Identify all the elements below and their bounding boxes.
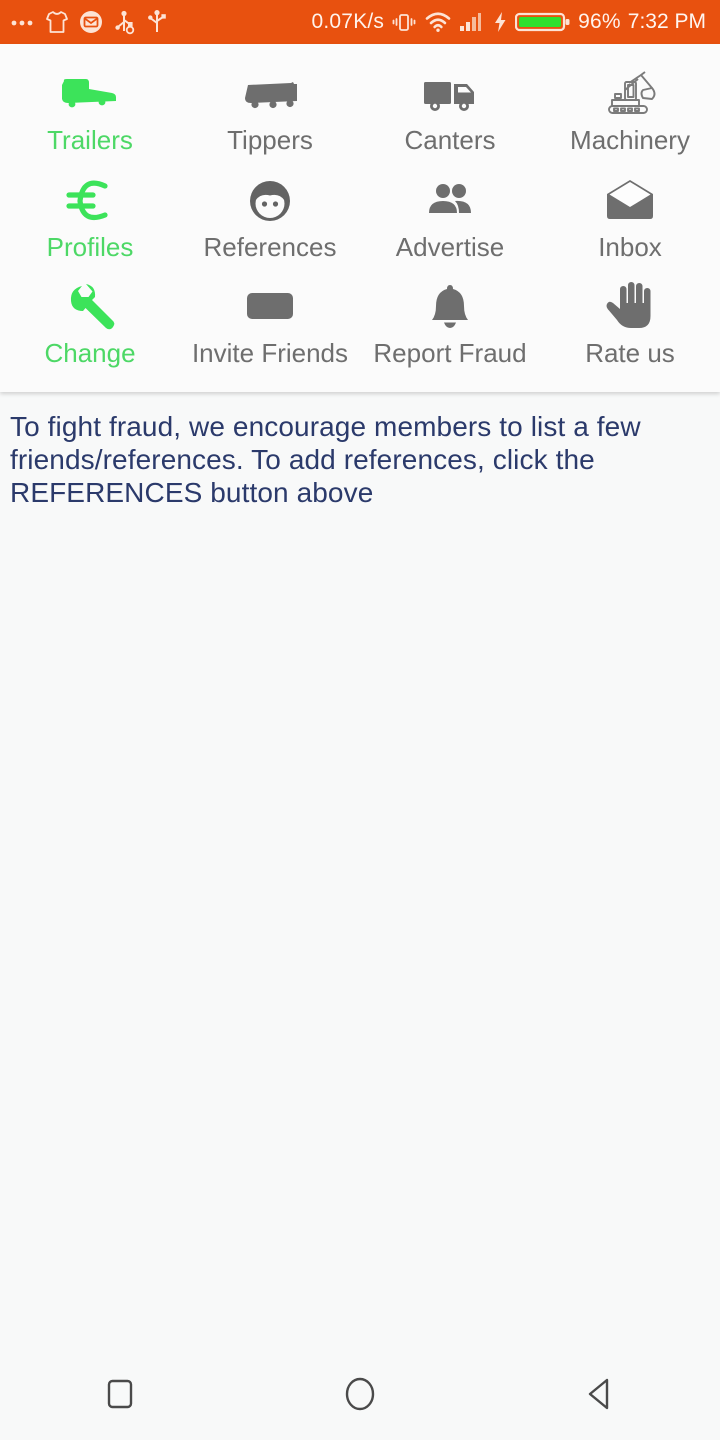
usb-icon <box>148 10 166 32</box>
bell-icon <box>362 279 538 335</box>
menu-item-rate-us[interactable]: Rate us <box>540 267 720 374</box>
square-icon <box>107 1379 133 1409</box>
more-dots-icon <box>11 20 33 26</box>
menu-item-label: Rate us <box>585 338 675 369</box>
menu-item-machinery[interactable]: Machinery <box>540 54 720 161</box>
menu-item-label: Invite Friends <box>191 338 349 369</box>
clock-text: 7:32 PM <box>627 10 706 33</box>
menu-item-canters[interactable]: Canters <box>360 54 540 161</box>
trailer-icon <box>2 66 178 122</box>
fraud-notice-text: To fight fraud, we encourage members to … <box>10 410 641 509</box>
menu-row: Profiles References Advertise Inbox <box>0 161 720 268</box>
wifi-icon <box>425 12 451 32</box>
email-circle-icon <box>80 11 102 33</box>
menu-item-label: Report Fraud <box>373 338 527 369</box>
menu-item-label: Trailers <box>47 125 133 155</box>
menu-item-label: Inbox <box>598 231 662 262</box>
status-bar: 0.07K/s 96% 7:32 PM <box>0 0 720 44</box>
signal-bars-icon <box>460 13 482 31</box>
menu-item-inbox[interactable]: Inbox <box>540 161 720 268</box>
menu-item-advertise[interactable]: Advertise <box>360 161 540 268</box>
person-face-icon <box>182 173 358 229</box>
battery-percent-text: 96% <box>578 10 621 33</box>
menu-item-label: Machinery <box>570 125 690 155</box>
menu-row: Change Invite Friends Report Fraud Rate … <box>0 267 720 374</box>
phone-screen: 0.07K/s 96% 7:32 PM Trailers Tippers Can… <box>0 0 720 1440</box>
menu-item-profiles[interactable]: Profiles <box>0 161 180 268</box>
shirt-icon <box>46 11 68 33</box>
tipper-truck-icon <box>182 66 358 122</box>
box-truck-icon <box>362 66 538 122</box>
wrench-icon <box>2 279 178 335</box>
battery-icon <box>515 12 570 32</box>
menu-item-label: References <box>203 231 337 262</box>
euro-icon <box>2 173 178 229</box>
rounded-rect-icon <box>182 279 358 335</box>
open-envelope-icon <box>542 173 718 229</box>
menu-item-label: Profiles <box>46 231 134 262</box>
recents-button[interactable] <box>60 1348 180 1440</box>
menu-item-references[interactable]: References <box>180 161 360 268</box>
triangle-left-icon <box>588 1378 609 1410</box>
menu-item-tippers[interactable]: Tippers <box>180 54 360 161</box>
menu-grid: Trailers Tippers Canters Machinery Profi… <box>0 44 720 392</box>
network-speed-text: 0.07K/s <box>311 10 385 33</box>
menu-item-label: Canters <box>404 125 496 155</box>
status-bar-right: 0.07K/s 96% 7:32 PM <box>312 9 706 35</box>
hand-palm-icon <box>542 279 718 335</box>
vibrate-icon <box>392 14 416 31</box>
circle-icon <box>345 1377 375 1411</box>
android-navigation-bar <box>0 1348 720 1440</box>
menu-item-label: Change <box>44 338 136 369</box>
menu-item-label: Tippers <box>227 125 313 155</box>
excavator-icon <box>542 66 718 122</box>
back-button[interactable] <box>540 1348 660 1440</box>
menu-item-report-fraud[interactable]: Report Fraud <box>360 267 540 374</box>
people-group-icon <box>362 173 538 229</box>
menu-item-trailers[interactable]: Trailers <box>0 54 180 161</box>
menu-item-invite-friends[interactable]: Invite Friends <box>180 267 360 374</box>
status-bar-left-icons <box>10 9 168 35</box>
home-button[interactable] <box>300 1348 420 1440</box>
notice-section: To fight fraud, we encourage members to … <box>0 392 720 510</box>
usb-debug-icon <box>115 10 135 35</box>
menu-item-label: Advertise <box>395 231 505 262</box>
charging-bolt-icon <box>495 12 506 32</box>
menu-row: Trailers Tippers Canters Machinery <box>0 54 720 161</box>
menu-item-change[interactable]: Change <box>0 267 180 374</box>
